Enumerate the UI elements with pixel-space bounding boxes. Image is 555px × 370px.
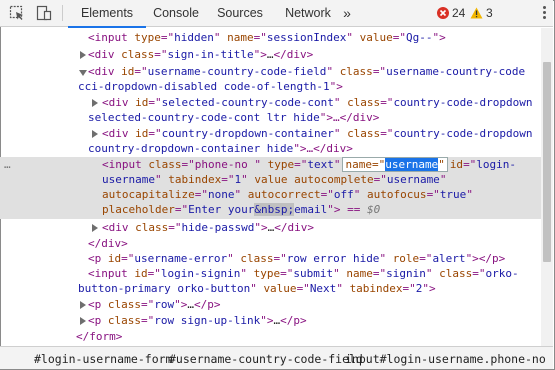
- tab-sources[interactable]: Sources: [212, 0, 268, 27]
- dom-line-login-signin[interactable]: <input id="login-signin" type="submit" n…: [88, 266, 541, 282]
- dom-line-selected-input[interactable]: <input class="phone-no " type="text" name…: [102, 157, 541, 173]
- more-options-icon[interactable]: [543, 6, 547, 20]
- tab-console[interactable]: Console: [148, 0, 204, 27]
- dom-line-continued: country-dropdown-container hide">…</div>: [88, 142, 353, 155]
- expand-arrow-icon[interactable]: [80, 301, 86, 309]
- breadcrumb-input-phone-no[interactable]: input#login-username.phone-no: [345, 352, 546, 366]
- warnings-badge[interactable]: 3: [470, 6, 493, 20]
- expand-arrow-icon[interactable]: [80, 51, 86, 59]
- scrollbar-thumb[interactable]: [543, 62, 551, 262]
- error-icon: [437, 7, 449, 19]
- inspect-element-icon[interactable]: [9, 5, 25, 21]
- dom-line-continued: username" tabindex="1" value autocomplet…: [102, 173, 447, 186]
- errors-badge[interactable]: 24: [437, 6, 465, 20]
- dom-line-close-form[interactable]: </form>: [76, 329, 541, 345]
- expand-arrow-icon[interactable]: [92, 130, 98, 138]
- warnings-count: 3: [486, 6, 493, 20]
- dom-line-continued: placeholder="Enter your&nbsp;email"> == …: [102, 203, 381, 216]
- node-actions-ellipsis[interactable]: …: [4, 158, 11, 171]
- dom-line-country-dropdown-container[interactable]: <div id="country-dropdown-container" cla…: [102, 126, 541, 142]
- breadcrumb-login-username-form[interactable]: #login-username-form: [34, 352, 172, 366]
- breadcrumb: #login-username-form #username-country-c…: [0, 346, 553, 369]
- errors-count: 24: [452, 6, 466, 20]
- dom-line-continued: button-primary orko-button" value="Next"…: [78, 282, 436, 295]
- device-toolbar-icon[interactable]: [36, 5, 52, 21]
- dom-line-continued: selected-country-code-cont ltr hide">…</…: [88, 111, 380, 124]
- expand-arrow-icon[interactable]: [92, 99, 98, 107]
- attribute-edit-field[interactable]: name="username": [342, 157, 448, 172]
- breadcrumb-username-country-code-field[interactable]: #username-country-code-field: [169, 352, 363, 366]
- warning-icon: [470, 7, 483, 19]
- dom-line-selected-country-code-cont[interactable]: <div id="selected-country-code-cont" cla…: [102, 95, 541, 111]
- dom-line-username-error[interactable]: <p id="username-error" class="row error …: [88, 251, 541, 267]
- toolbar-separator: [62, 5, 63, 21]
- more-tabs-button[interactable]: »: [336, 0, 358, 27]
- expand-arrow-icon[interactable]: [92, 224, 98, 232]
- tab-network[interactable]: Network: [280, 0, 336, 27]
- dom-line-hide-passwd[interactable]: <div class="hide-passwd">…</div>: [102, 220, 541, 236]
- collapse-arrow-icon[interactable]: [79, 70, 87, 76]
- dom-line-sign-in-title[interactable]: <div class="sign-in-title">…</div>: [88, 47, 541, 63]
- dom-line-input-hidden[interactable]: <input type="hidden" name="sessionIndex"…: [88, 30, 541, 46]
- dom-line-username-country-code-field[interactable]: <div id="username-country-code-field" cl…: [88, 64, 541, 80]
- dom-tree[interactable]: <input type="hidden" name="sessionIndex"…: [0, 28, 541, 346]
- expand-arrow-icon[interactable]: [80, 317, 86, 325]
- dom-line-continued: autocapitalize="none" autocorrect="off" …: [102, 188, 473, 201]
- vertical-scrollbar[interactable]: [541, 28, 553, 346]
- tab-elements[interactable]: Elements: [68, 0, 146, 28]
- dom-line-close-div[interactable]: </div>: [88, 236, 541, 252]
- devtools-toolbar: Elements Console Sources Network » 24 3: [0, 0, 553, 28]
- selected-attribute-value[interactable]: username: [385, 158, 439, 171]
- dom-line-sign-up-link[interactable]: <p class="row sign-up-link">…</p>: [88, 313, 541, 329]
- dom-line-p-row[interactable]: <p class="row">…</p>: [88, 297, 541, 313]
- dom-line-continued: cci-dropdown-disabled code-of-length-1">: [78, 80, 343, 93]
